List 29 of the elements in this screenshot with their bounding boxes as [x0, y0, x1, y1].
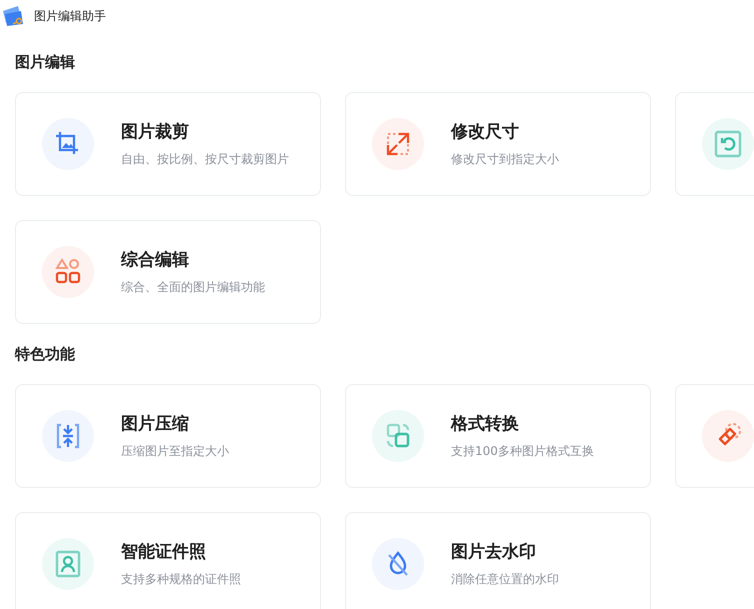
tool-card[interactable] [675, 92, 754, 196]
section-title: 特色功能 [15, 344, 76, 364]
tool-card[interactable]: 图片裁剪 自由、按比例、按尺寸裁剪图片 [15, 92, 321, 196]
card-description: 自由、按比例、按尺寸裁剪图片 [121, 151, 289, 168]
tool-card[interactable]: 智能证件照 支持多种规格的证件照 [15, 512, 321, 609]
card-title: 图片压缩 [121, 413, 190, 435]
card-title: 综合编辑 [121, 249, 190, 271]
card-description: 修改尺寸到指定大小 [451, 151, 559, 168]
card-title: 格式转换 [451, 413, 520, 435]
tool-card[interactable]: 图片去水印 消除任意位置的水印 [345, 512, 651, 609]
card-description: 支持多种规格的证件照 [121, 571, 241, 588]
portrait-icon [53, 549, 83, 579]
card-description: 综合、全面的图片编辑功能 [121, 279, 265, 296]
card-description: 压缩图片至指定大小 [121, 443, 229, 460]
app-logo-icon [2, 5, 26, 27]
card-description: 消除任意位置的水印 [451, 571, 559, 588]
card-description: 支持100多种图片格式互换 [451, 443, 594, 460]
card-title: 图片去水印 [451, 541, 537, 563]
tool-card[interactable]: 图片压缩 压缩图片至指定大小 [15, 384, 321, 488]
card-title: 图片裁剪 [121, 121, 190, 143]
section-title: 图片编辑 [15, 52, 76, 72]
tool-card[interactable]: 修改尺寸 修改尺寸到指定大小 [345, 92, 651, 196]
window-title: 图片编辑助手 [34, 8, 106, 24]
card-title: 智能证件照 [121, 541, 207, 563]
rotate-icon [713, 129, 743, 159]
tool-card[interactable] [675, 384, 754, 488]
tool-card[interactable]: 格式转换 支持100多种图片格式互换 [345, 384, 651, 488]
card-title: 修改尺寸 [451, 121, 520, 143]
tool-card[interactable]: 综合编辑 综合、全面的图片编辑功能 [15, 220, 321, 324]
